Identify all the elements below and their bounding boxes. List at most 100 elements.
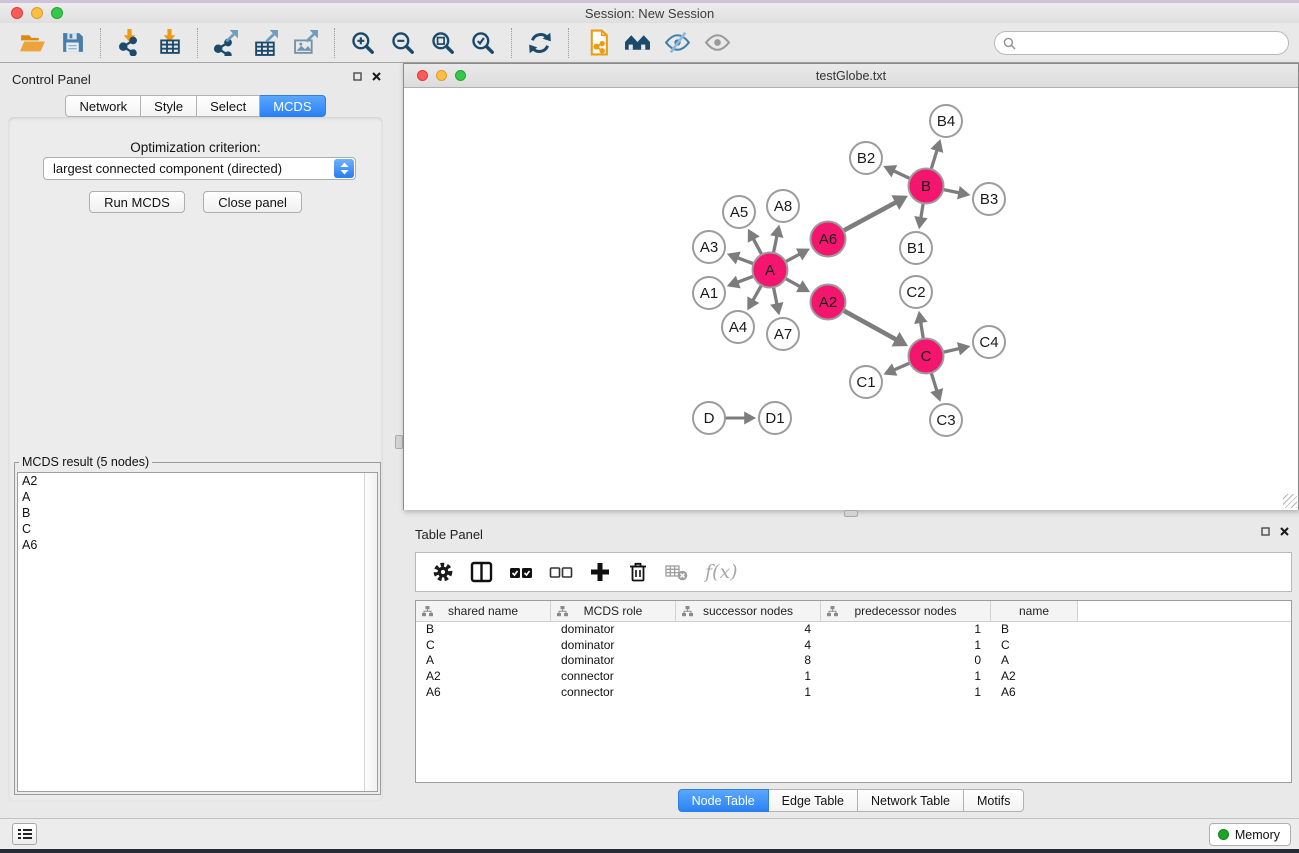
edge-B-B2[interactable] <box>893 171 910 179</box>
network-graph[interactable]: B4B2BB3A8A5A6A3B1AA1C2A2A4A7C4CC1DD1C3 <box>404 89 1298 510</box>
tab-select[interactable]: Select <box>197 95 260 117</box>
edge-A-A3[interactable] <box>737 258 753 264</box>
cell-predecessor-nodes[interactable]: 1 <box>821 622 991 638</box>
float-table-panel-icon[interactable] <box>1261 527 1270 536</box>
cell-name[interactable]: A <box>991 653 1078 669</box>
zoom-selected-icon[interactable] <box>463 26 503 60</box>
run-mcds-button[interactable]: Run MCDS <box>89 191 185 213</box>
cell-shared-name[interactable]: A2 <box>416 669 551 685</box>
zoom-in-icon[interactable] <box>343 26 383 60</box>
edge-A-A7[interactable] <box>773 287 776 304</box>
cell-successor-nodes[interactable]: 1 <box>676 685 821 701</box>
cell-successor-nodes[interactable]: 8 <box>676 653 821 669</box>
save-session-icon[interactable] <box>52 26 92 60</box>
table-row[interactable]: Bdominator41B <box>416 622 1291 638</box>
open-network-file-icon[interactable] <box>577 26 617 60</box>
mcds-result-list[interactable]: A2ABCA6 <box>17 472 378 792</box>
edge-A-A1[interactable] <box>737 276 753 282</box>
edge-B-B4[interactable] <box>931 150 937 169</box>
cell-shared-name[interactable]: C <box>416 638 551 654</box>
zoom-out-icon[interactable] <box>383 26 423 60</box>
result-list-item[interactable]: B <box>18 505 377 521</box>
criterion-dropdown[interactable]: largest connected component (directed) <box>43 157 356 180</box>
edge-A2-C[interactable] <box>843 310 896 339</box>
edge-A6-B[interactable] <box>843 202 896 231</box>
delete-table-icon[interactable] <box>665 562 689 582</box>
refresh-icon[interactable] <box>520 26 560 60</box>
cell-shared-name[interactable]: A <box>416 653 551 669</box>
show-columns-icon[interactable] <box>470 561 493 583</box>
edge-C-C2[interactable] <box>921 322 924 339</box>
open-file-icon[interactable] <box>12 26 52 60</box>
result-list-item[interactable]: A <box>18 489 377 505</box>
search-field[interactable] <box>994 31 1289 55</box>
cell-MCDS-role[interactable]: connector <box>551 669 676 685</box>
cell-MCDS-role[interactable]: dominator <box>551 653 676 669</box>
table-row[interactable]: Cdominator41C <box>416 638 1291 654</box>
search-input[interactable] <box>1021 33 1288 53</box>
cell-predecessor-nodes[interactable]: 1 <box>821 685 991 701</box>
edge-A-A2[interactable] <box>785 278 800 286</box>
add-row-icon[interactable] <box>589 561 611 583</box>
edge-C-C1[interactable] <box>894 363 910 370</box>
tab-node-table[interactable]: Node Table <box>678 789 769 812</box>
cell-MCDS-role[interactable]: dominator <box>551 638 676 654</box>
table-splitter-grip[interactable] <box>844 510 858 517</box>
cell-successor-nodes[interactable]: 4 <box>676 622 821 638</box>
cell-name[interactable]: A6 <box>991 685 1078 701</box>
edge-C-C3[interactable] <box>931 373 937 391</box>
birds-eye-view-icon[interactable] <box>617 26 657 60</box>
cell-name[interactable]: C <box>991 638 1078 654</box>
column-header-MCDS-role[interactable]: MCDS role <box>551 601 676 621</box>
function-builder-icon[interactable]: f(x) <box>705 561 738 583</box>
result-list-item[interactable]: A6 <box>18 537 377 553</box>
edge-C-C4[interactable] <box>943 349 959 353</box>
result-list-item[interactable]: C <box>18 521 377 537</box>
memory-button[interactable]: Memory <box>1209 823 1291 846</box>
table-row[interactable]: A2connector11A2 <box>416 669 1291 685</box>
tab-mcds[interactable]: MCDS <box>260 95 325 117</box>
tab-motifs[interactable]: Motifs <box>964 789 1024 812</box>
network-resize-grip[interactable] <box>1283 494 1297 508</box>
export-network-icon[interactable] <box>206 26 246 60</box>
delete-row-icon[interactable] <box>627 561 649 583</box>
edge-A-A5[interactable] <box>753 239 761 255</box>
show-panels-icon[interactable] <box>697 26 737 60</box>
panel-splitter-grip[interactable] <box>395 435 403 449</box>
close-table-panel-icon[interactable] <box>1280 527 1289 536</box>
tab-network-table[interactable]: Network Table <box>858 789 964 812</box>
table-settings-icon[interactable] <box>432 561 454 583</box>
column-header-successor-nodes[interactable]: successor nodes <box>676 601 821 621</box>
cell-predecessor-nodes[interactable]: 0 <box>821 653 991 669</box>
close-panel-icon[interactable] <box>372 72 381 81</box>
cell-shared-name[interactable]: A6 <box>416 685 551 701</box>
cell-successor-nodes[interactable]: 4 <box>676 638 821 654</box>
tab-network[interactable]: Network <box>65 95 141 117</box>
cell-shared-name[interactable]: B <box>416 622 551 638</box>
float-panel-icon[interactable] <box>353 72 362 81</box>
table-row[interactable]: A6connector11A6 <box>416 685 1291 701</box>
export-table-icon[interactable] <box>246 26 286 60</box>
edge-B-B3[interactable] <box>943 190 959 193</box>
cell-predecessor-nodes[interactable]: 1 <box>821 669 991 685</box>
column-header-shared-name[interactable]: shared name <box>416 601 551 621</box>
edge-A-A6[interactable] <box>785 254 800 262</box>
edge-A-A4[interactable] <box>753 285 762 300</box>
import-network-icon[interactable] <box>109 26 149 60</box>
result-list-item[interactable]: A2 <box>18 473 377 489</box>
cell-name[interactable]: B <box>991 622 1078 638</box>
column-header-predecessor-nodes[interactable]: predecessor nodes <box>821 601 991 621</box>
export-image-icon[interactable] <box>286 26 326 60</box>
deselect-all-icon[interactable] <box>549 561 573 583</box>
cell-predecessor-nodes[interactable]: 1 <box>821 638 991 654</box>
table-row[interactable]: Adominator80A <box>416 653 1291 669</box>
edge-A-A8[interactable] <box>773 236 776 253</box>
result-list-scrollbar[interactable] <box>364 473 377 791</box>
cell-MCDS-role[interactable]: dominator <box>551 622 676 638</box>
select-all-icon[interactable] <box>509 561 533 583</box>
column-header-name[interactable]: name <box>991 601 1078 621</box>
cell-MCDS-role[interactable]: connector <box>551 685 676 701</box>
show-panels-menu-button[interactable] <box>12 823 37 845</box>
import-table-icon[interactable] <box>149 26 189 60</box>
close-panel-button[interactable]: Close panel <box>203 191 302 213</box>
